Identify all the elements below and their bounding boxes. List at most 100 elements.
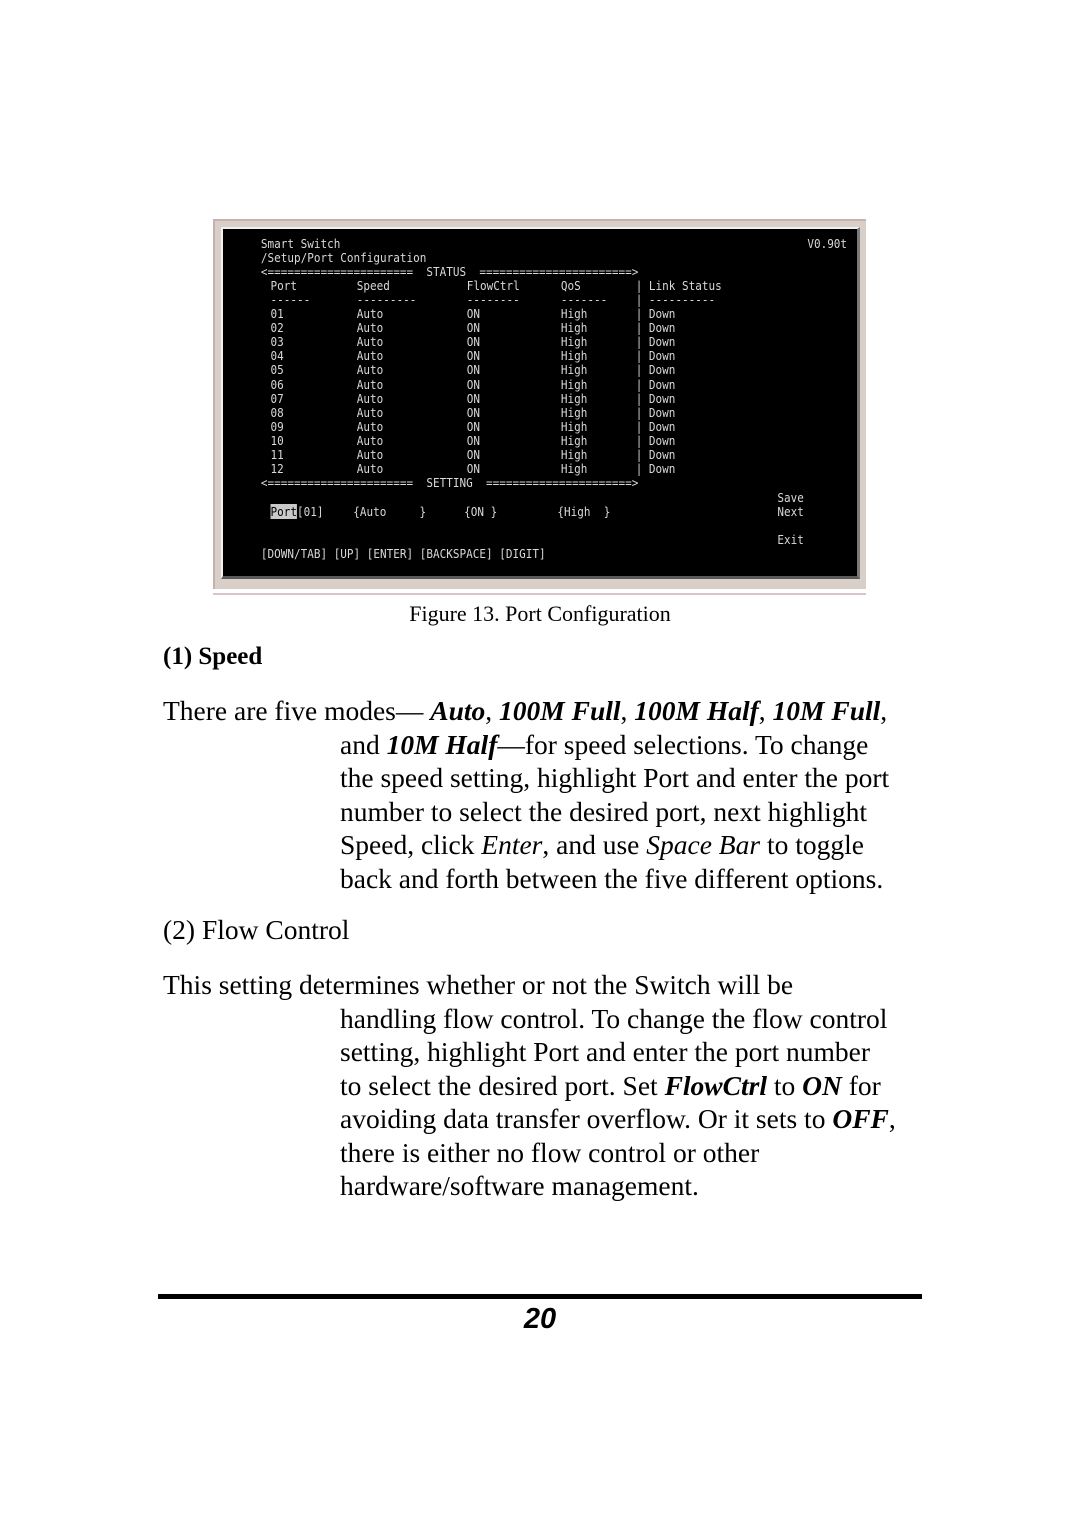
setting-qos-field[interactable]: {High } [557, 504, 610, 519]
mode-100m-half: 100M Half [634, 695, 759, 726]
cell-speed: Auto [356, 447, 384, 462]
dash-link: ---------- [648, 292, 716, 307]
cell-flowctrl: ON [466, 362, 481, 378]
status-divider: <====================== STATUS =========… [260, 264, 639, 279]
cell-flowctrl: ON [466, 334, 481, 350]
cell-qos: High [560, 432, 588, 448]
cell-speed: Auto [356, 418, 384, 434]
speed-line-3: the speed setting, highlight Port and en… [340, 762, 890, 793]
cell-port: 07 [270, 390, 284, 406]
column-header-flowctrl: FlowCtrl [466, 278, 520, 293]
terminal-screen: Smart Switch V0.90t /Setup/Port Configur… [223, 229, 847, 576]
cell-separator: | [635, 348, 643, 364]
cell-link-status: Down [648, 404, 676, 420]
cell-qos: High [560, 404, 588, 420]
column-header-link-status: Link Status [648, 278, 722, 293]
cell-link-status: Down [648, 461, 676, 477]
flow-line-5: avoiding data transfer overflow. Or it s… [340, 1103, 896, 1134]
setting-speed-field[interactable]: {Auto } [353, 504, 426, 519]
mode-100m-full: 100M Full [499, 695, 621, 726]
mode-10m-half: 10M Half [386, 728, 498, 760]
flow-control-paragraph: This setting determines whether or not t… [163, 968, 896, 1203]
figure-caption: Figure 13. Port Configuration [409, 601, 671, 626]
on-ref: ON [802, 1069, 842, 1101]
cell-link-status: Down [648, 390, 676, 406]
save-action[interactable]: Save [777, 490, 803, 505]
speed-line-1: There are five modes— Auto, 100M Full, 1… [163, 695, 888, 726]
cell-port: 08 [270, 404, 284, 420]
terminal-title: Smart Switch [260, 236, 341, 251]
cell-link-status: Down [648, 376, 676, 392]
cell-separator: | [635, 432, 643, 448]
section-heading-flow-control: (2) Flow Control [163, 914, 350, 945]
column-separator: | [635, 278, 643, 293]
flow-line-3: setting, highlight Port and enter the po… [340, 1036, 871, 1067]
cell-flowctrl: ON [466, 306, 481, 321]
cell-separator: | [635, 418, 643, 434]
page-number: 20 [523, 1303, 557, 1335]
cell-speed: Auto [356, 348, 384, 364]
cell-flowctrl: ON [466, 376, 481, 392]
cell-qos: High [560, 447, 588, 462]
cell-port: 11 [270, 447, 284, 462]
cell-port: 10 [270, 432, 284, 448]
speed-paragraph: There are five modes— Auto, 100M Full, 1… [163, 694, 889, 895]
cell-qos: High [560, 376, 588, 392]
setting-flowctrl-field[interactable]: {ON } [464, 504, 497, 519]
mode-auto: Auto [430, 695, 486, 726]
setting-port-value[interactable]: [01] [297, 504, 323, 519]
setting-port-field[interactable]: Port[01] [270, 504, 324, 519]
cell-separator: | [635, 376, 643, 392]
terminal-path: /Setup/Port Configuration [260, 250, 427, 265]
cell-speed: Auto [356, 390, 384, 406]
cell-separator: | [635, 390, 643, 406]
cell-link-status: Down [648, 362, 676, 378]
cell-separator: | [635, 334, 643, 350]
space-bar-ref: Space Bar [646, 829, 761, 860]
section-heading-speed: (1) Speed [163, 643, 263, 670]
cell-speed: Auto [356, 306, 384, 321]
cell-qos: High [560, 362, 588, 378]
flow-line-7: hardware/software management. [340, 1170, 699, 1201]
cell-separator: | [635, 447, 643, 462]
cell-qos: High [560, 390, 588, 406]
next-action[interactable]: Next [777, 504, 803, 519]
cell-separator: | [635, 362, 643, 378]
cell-port: 03 [270, 334, 284, 350]
cell-port: 01 [270, 306, 284, 321]
cell-port: 05 [270, 362, 284, 378]
flowctrl-ref: FlowCtrl [664, 1069, 767, 1101]
dash-sep: | [635, 292, 643, 307]
cell-flowctrl: ON [466, 432, 481, 448]
cell-qos: High [560, 348, 588, 364]
cell-flowctrl: ON [466, 447, 481, 462]
flow-line-4: to select the desired port. Set FlowCtrl… [340, 1069, 881, 1101]
cell-speed: Auto [356, 334, 384, 350]
key-hints: [DOWN/TAB] [UP] [ENTER] [BACKSPACE] [DIG… [260, 546, 546, 561]
cell-qos: High [560, 334, 588, 350]
cell-link-status: Down [648, 306, 676, 321]
cell-flowctrl: ON [466, 348, 481, 364]
cell-speed: Auto [356, 432, 384, 448]
cell-port: 04 [270, 348, 284, 364]
cell-speed: Auto [356, 320, 384, 336]
mode-10m-full: 10M Full [772, 695, 881, 726]
cell-link-status: Down [648, 418, 676, 434]
cell-link-status: Down [648, 432, 676, 448]
flow-line-2: handling flow control. To change the flo… [340, 1002, 888, 1034]
setting-port-label[interactable]: Port [270, 504, 298, 519]
cell-flowctrl: ON [466, 418, 481, 434]
cell-link-status: Down [648, 348, 676, 364]
cell-link-status: Down [648, 320, 676, 336]
dash-flow: -------- [466, 292, 520, 307]
cell-link-status: Down [648, 447, 676, 462]
column-header-qos: QoS [560, 278, 581, 293]
cell-separator: | [635, 306, 643, 321]
dash-qos: ------- [560, 292, 608, 307]
off-ref: OFF [832, 1103, 889, 1134]
cell-port: 06 [270, 376, 284, 392]
flow-line-6: there is either no flow control or other [340, 1136, 760, 1168]
cell-link-status: Down [648, 334, 676, 350]
exit-action[interactable]: Exit [777, 532, 803, 547]
cell-qos: High [560, 418, 588, 434]
